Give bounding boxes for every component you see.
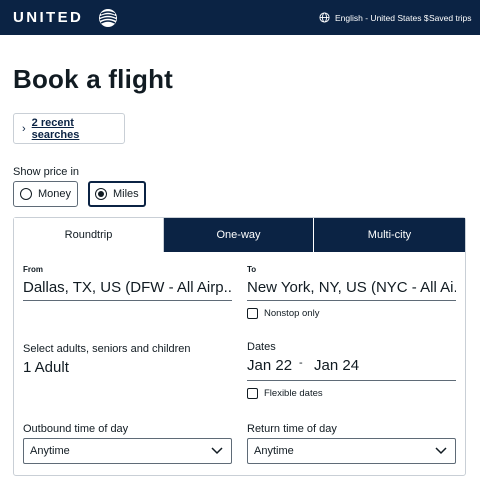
language-selector[interactable]: English - United States $	[319, 12, 429, 23]
united-globe-logo-icon	[99, 9, 117, 27]
booking-form-card: Roundtrip One-way Multi-city From Dallas…	[13, 217, 466, 476]
outbound-time-value: Anytime	[30, 445, 70, 457]
nonstop-checkbox[interactable]: Nonstop only	[247, 308, 319, 319]
logo-text: UNITED	[13, 9, 84, 26]
return-time-value: Anytime	[254, 445, 294, 457]
show-price-label: Show price in	[13, 166, 80, 178]
nonstop-label: Nonstop only	[264, 308, 320, 319]
from-label: From	[23, 265, 43, 274]
miles-label: Miles	[113, 188, 139, 200]
dates-label: Dates	[247, 341, 276, 353]
price-option-miles[interactable]: Miles	[88, 181, 146, 207]
chevron-down-icon	[211, 447, 223, 455]
tab-multi-city[interactable]: Multi-city	[314, 218, 465, 252]
to-label: To	[247, 265, 257, 274]
checkbox-icon	[247, 308, 258, 319]
travelers-label: Select adults, seniors and children	[23, 343, 191, 355]
chevron-down-icon	[435, 447, 447, 455]
outbound-time-label: Outbound time of day	[23, 423, 129, 435]
united-logo[interactable]: UNITED	[13, 9, 83, 26]
date-separator: -	[299, 357, 303, 369]
trip-type-tabs: Roundtrip One-way Multi-city	[14, 218, 465, 252]
to-input[interactable]: New York, NY, US (NYC - All Ai...	[247, 279, 456, 296]
recent-searches-button[interactable]: › 2 recent searches	[13, 113, 125, 144]
money-label: Money	[38, 188, 72, 200]
language-label: English - United States $	[335, 12, 429, 23]
checkbox-icon	[247, 388, 258, 399]
return-time-label: Return time of day	[247, 423, 337, 435]
from-input[interactable]: Dallas, TX, US (DFW - All Airp...	[23, 279, 233, 296]
flexible-dates-checkbox[interactable]: Flexible dates	[247, 388, 323, 399]
to-underline	[247, 300, 456, 301]
radio-icon	[20, 188, 32, 200]
saved-trips-link[interactable]: Saved trips	[429, 13, 472, 23]
depart-date-input[interactable]: Jan 22	[247, 357, 292, 374]
travelers-input[interactable]: 1 Adult	[23, 359, 69, 376]
radio-icon	[95, 188, 107, 200]
tab-one-way[interactable]: One-way	[164, 218, 314, 252]
from-underline	[23, 300, 232, 301]
chevron-right-icon: ›	[22, 122, 26, 135]
return-date-input[interactable]: Jan 24	[314, 357, 359, 374]
page-title: Book a flight	[13, 64, 174, 94]
dates-underline	[247, 380, 456, 381]
price-option-money[interactable]: Money	[13, 181, 78, 207]
outbound-time-select[interactable]: Anytime	[23, 438, 232, 464]
top-navigation-bar: UNITED English - United States $ Saved t…	[0, 0, 480, 35]
flexible-dates-label: Flexible dates	[264, 388, 323, 399]
tab-roundtrip[interactable]: Roundtrip	[14, 218, 164, 252]
recent-searches-label: 2 recent searches	[31, 116, 80, 141]
return-time-select[interactable]: Anytime	[247, 438, 456, 464]
globe-icon	[319, 12, 330, 23]
